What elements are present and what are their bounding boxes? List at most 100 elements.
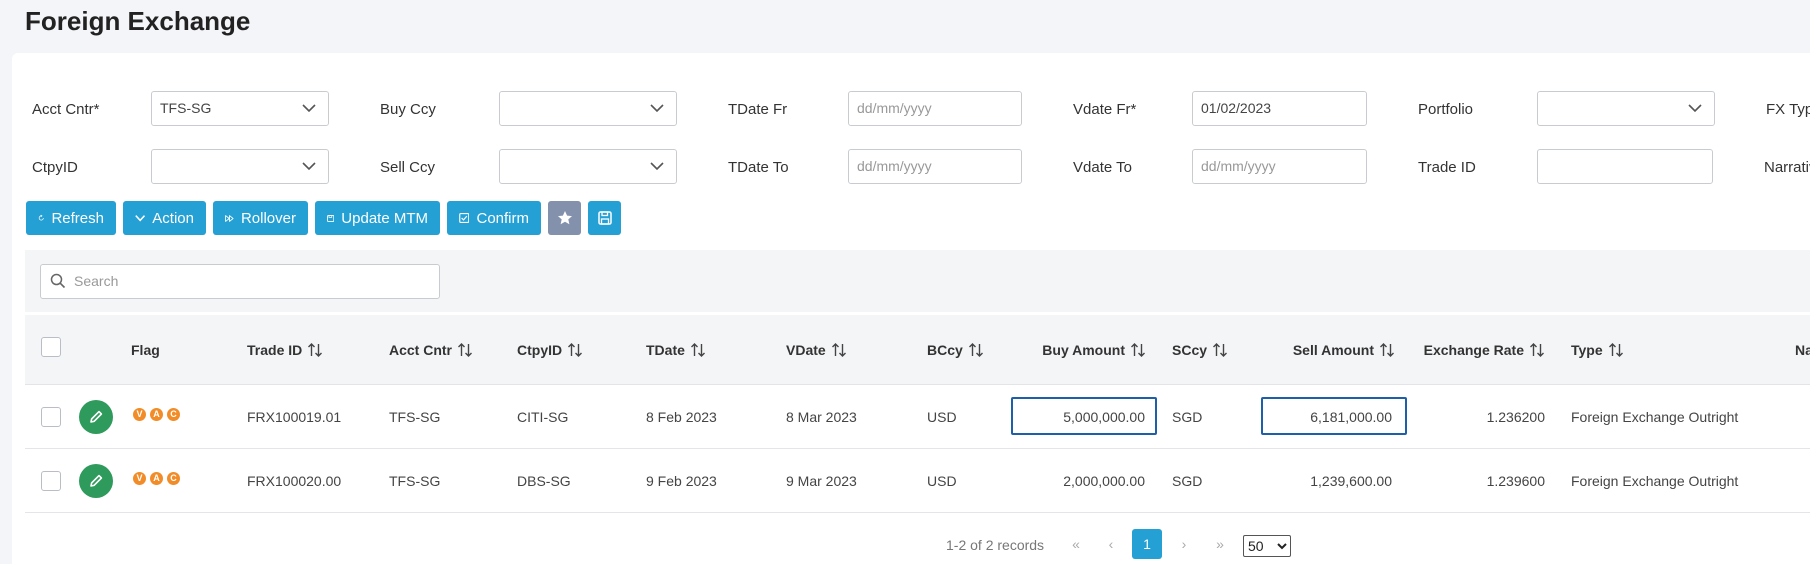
page-size-select[interactable]: 50 <box>1243 535 1291 557</box>
save-button[interactable] <box>588 201 621 235</box>
cell-trade-id[interactable]: FRX100019.01 <box>247 409 341 425</box>
col-bccy-label: BCcy <box>927 342 963 358</box>
col-exchange-rate-label: Exchange Rate <box>1423 342 1524 358</box>
col-buy-amount[interactable]: Buy Amount <box>1010 342 1146 358</box>
search-input[interactable]: Search <box>40 264 440 299</box>
col-type-label: Type <box>1571 342 1603 358</box>
flag-c-badge: C <box>167 408 180 421</box>
col-tdate[interactable]: TDate <box>646 342 706 358</box>
col-bccy[interactable]: BCcy <box>927 342 984 358</box>
col-buy-amount-label: Buy Amount <box>1042 342 1125 358</box>
tdate-fr-label: TDate Fr <box>728 101 788 118</box>
row-divider <box>25 512 1810 513</box>
last-page-button[interactable]: » <box>1205 529 1235 559</box>
select-all-checkbox[interactable] <box>41 337 61 357</box>
prev-page-button[interactable]: ‹ <box>1096 529 1126 559</box>
col-vdate[interactable]: VDate <box>786 342 847 358</box>
action-label: Action <box>152 209 194 227</box>
row-divider <box>25 448 1810 449</box>
sell-ccy-select[interactable] <box>499 149 677 184</box>
sort-icon <box>690 343 705 357</box>
cell-acct-cntr: TFS-SG <box>389 473 441 489</box>
col-ctpy-id-label: CtpyID <box>517 342 563 358</box>
update-mtm-button[interactable]: Update MTM <box>315 201 440 235</box>
save-icon <box>597 211 612 225</box>
fx-type-label: FX Type <box>1766 101 1810 118</box>
edit-button[interactable] <box>79 464 113 498</box>
vdate-fr-label: Vdate Fr* <box>1073 101 1137 118</box>
ctpy-id-select[interactable] <box>151 149 329 184</box>
star-icon <box>557 211 572 225</box>
tdate-fr-input[interactable]: dd/mm/yyyy <box>848 91 1022 126</box>
col-acct-cntr[interactable]: Acct Cntr <box>389 342 473 358</box>
flag-a-badge: A <box>150 472 163 485</box>
flag-v-badge: V <box>133 472 146 485</box>
col-vdate-label: VDate <box>786 342 826 358</box>
narrative-label: Narrative <box>1764 159 1810 176</box>
col-trade-id[interactable]: Trade ID <box>247 342 323 358</box>
acct-cntr-select[interactable]: TFS-SG <box>151 91 329 126</box>
portfolio-select[interactable] <box>1537 91 1715 126</box>
vdate-to-input[interactable]: dd/mm/yyyy <box>1192 149 1367 184</box>
buy-ccy-select[interactable] <box>499 91 677 126</box>
col-type[interactable]: Type <box>1571 342 1624 358</box>
chevron-down-icon <box>650 104 664 113</box>
col-sccy-label: SCcy <box>1172 342 1208 358</box>
chevron-down-icon <box>302 162 316 171</box>
rollover-button[interactable]: Rollover <box>213 201 308 235</box>
portfolio-label: Portfolio <box>1418 101 1474 118</box>
cell-exchange-rate: 1.239600 <box>1486 473 1545 489</box>
cell-type: Foreign Exchange Outright <box>1571 409 1739 425</box>
vdate-to-label: Vdate To <box>1073 159 1132 176</box>
edit-button[interactable] <box>79 400 113 434</box>
cell-tdate: 8 Feb 2023 <box>646 409 717 425</box>
col-flag: Flag <box>131 342 160 358</box>
acct-cntr-value: TFS-SG <box>160 100 212 116</box>
refresh-button[interactable]: Refresh <box>26 201 116 235</box>
col-sccy[interactable]: SCcy <box>1172 342 1228 358</box>
acct-cntr-label: Acct Cntr* <box>32 101 100 118</box>
sort-icon <box>568 343 583 357</box>
pencil-icon <box>90 474 103 487</box>
checkbox-checked-icon <box>459 212 470 224</box>
action-button[interactable]: Action <box>123 201 206 235</box>
cell-exchange-rate: 1.236200 <box>1486 409 1545 425</box>
col-ctpy-id[interactable]: CtpyID <box>517 342 583 358</box>
refresh-icon <box>38 214 44 221</box>
cell-ctpy-id: CITI-SG <box>517 409 569 425</box>
cell-sell-amount[interactable]: 6,181,000.00 <box>1261 409 1392 425</box>
ctpy-id-label: CtpyID <box>32 159 78 176</box>
sort-icon <box>458 343 473 357</box>
next-page-button[interactable]: › <box>1169 529 1199 559</box>
cell-buy-amount[interactable]: 5,000,000.00 <box>1011 409 1145 425</box>
buy-ccy-label: Buy Ccy <box>380 101 436 118</box>
first-page-button[interactable]: « <box>1061 529 1091 559</box>
cell-bccy: USD <box>927 409 957 425</box>
confirm-button[interactable]: Confirm <box>447 201 541 235</box>
favorite-button[interactable] <box>548 201 581 235</box>
cell-trade-id[interactable]: FRX100020.00 <box>247 473 341 489</box>
flag-a-badge: A <box>150 408 163 421</box>
trade-id-input[interactable] <box>1537 149 1713 184</box>
cell-acct-cntr: TFS-SG <box>389 409 441 425</box>
row-checkbox[interactable] <box>41 471 61 491</box>
sort-icon <box>831 343 846 357</box>
confirm-label: Confirm <box>476 209 529 227</box>
cell-sell-amount[interactable]: 1,239,600.00 <box>1261 473 1392 489</box>
col-trade-id-label: Trade ID <box>247 342 303 358</box>
chevron-down-icon <box>1688 104 1702 113</box>
cell-buy-amount[interactable]: 2,000,000.00 <box>1011 473 1145 489</box>
tdate-to-input[interactable]: dd/mm/yyyy <box>848 149 1022 184</box>
col-flag-label: Flag <box>131 342 160 358</box>
row-checkbox[interactable] <box>41 407 61 427</box>
cell-vdate: 8 Mar 2023 <box>786 409 857 425</box>
search-icon <box>50 273 66 289</box>
flag-c-badge: C <box>167 472 180 485</box>
col-sell-amount[interactable]: Sell Amount <box>1255 342 1395 358</box>
col-narrative[interactable]: Na <box>1795 342 1810 358</box>
col-exchange-rate[interactable]: Exchange Rate <box>1410 342 1545 358</box>
page-title: Foreign Exchange <box>25 6 251 36</box>
vdate-fr-input[interactable]: 01/02/2023 <box>1192 91 1367 126</box>
page-button-current[interactable]: 1 <box>1132 529 1162 559</box>
chevron-down-icon <box>135 215 146 222</box>
